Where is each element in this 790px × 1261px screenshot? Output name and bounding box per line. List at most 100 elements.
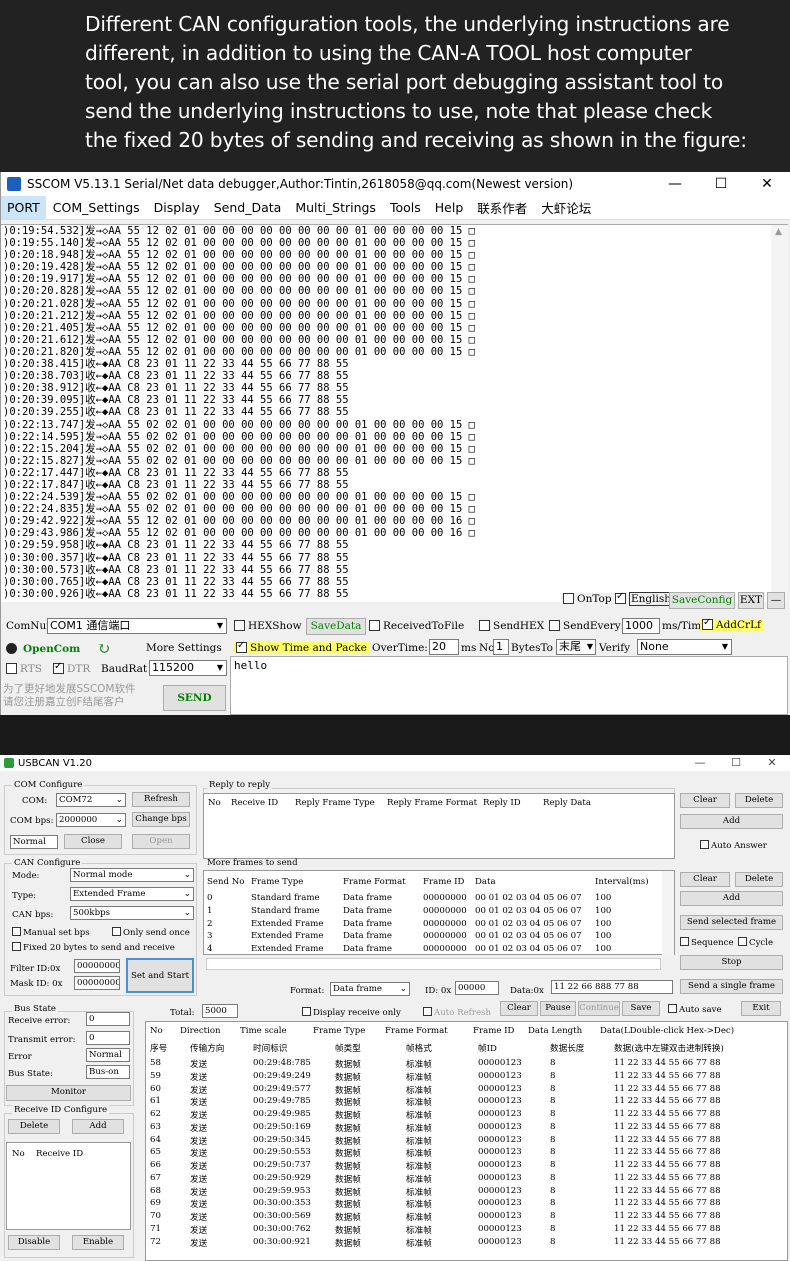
bytesto-select[interactable]: 末尾 ▼ — [556, 639, 596, 655]
send-button[interactable]: SEND — [163, 685, 226, 711]
cycle-checkbox[interactable]: Cycle — [738, 937, 773, 948]
ontop-checkbox[interactable]: OnTop — [561, 593, 614, 605]
no-input[interactable]: 1 — [493, 639, 509, 655]
pause-button[interactable]: Pause — [540, 1001, 576, 1016]
reply-header-receive-id: Receive ID — [231, 798, 279, 808]
send-clear-button[interactable]: Clear — [680, 872, 730, 887]
fixed20-checkbox[interactable]: Fixed 20 bytes to send and receive — [12, 942, 175, 953]
maximize-icon[interactable]: ☐ — [718, 755, 754, 771]
overtime-label: OverTime: — [372, 642, 428, 654]
menu-multi-strings[interactable]: Multi_Strings — [288, 200, 383, 215]
opencom-button[interactable]: OpenCom — [6, 643, 80, 655]
log-table-cell: 标准帧 — [406, 1085, 432, 1096]
stop-button[interactable]: Stop — [680, 955, 783, 970]
refresh-button[interactable]: Refresh — [132, 792, 190, 807]
reply-add-button[interactable]: Add — [680, 814, 783, 829]
rts-checkbox[interactable]: RTS — [6, 663, 42, 675]
maximize-icon[interactable]: ☐ — [698, 172, 744, 196]
open-button[interactable]: Open — [132, 834, 190, 849]
send-table-vscroll[interactable] — [662, 871, 674, 956]
receivedtofile-checkbox[interactable]: ReceivedToFile — [369, 620, 464, 632]
send-add-button[interactable]: Add — [680, 891, 783, 906]
log-scrollbar[interactable]: ▲ ▼ — [771, 225, 788, 602]
sequence-checkbox[interactable]: Sequence — [680, 937, 734, 948]
menu-port[interactable]: PORT — [1, 196, 46, 219]
savedata-button[interactable]: SaveData — [306, 618, 366, 635]
more-settings-button[interactable]: More Settings — [146, 642, 222, 654]
reply-delete-button[interactable]: Delete — [735, 793, 783, 808]
log-line: )0:22:17.447]收←◆AA C8 23 01 11 22 33 44 … — [3, 466, 349, 479]
scroll-up-icon[interactable]: ▲ — [775, 227, 782, 237]
close-icon[interactable]: ✕ — [744, 172, 790, 196]
log-clear-button[interactable]: Clear — [500, 1001, 538, 1016]
minimize-icon[interactable]: — — [652, 172, 698, 196]
data-input[interactable]: 11 22 66 888 77 88 — [551, 980, 673, 994]
send-text-area[interactable]: hello — [230, 656, 788, 715]
collapse-button[interactable]: — — [767, 592, 785, 609]
sendevery-checkbox[interactable]: SendEvery: — [549, 620, 624, 632]
continue-button[interactable]: Continue — [578, 1001, 620, 1016]
overtime-input[interactable]: 20 — [429, 639, 459, 655]
dtr-checkbox[interactable]: DTR — [53, 661, 90, 675]
normal-select[interactable]: Normal — [10, 835, 58, 849]
saveconfig-button[interactable]: SaveConfig — [669, 592, 735, 609]
menu-forum[interactable]: 大虾论坛 — [534, 198, 598, 217]
log-table-cell: 标准帧 — [406, 1149, 432, 1160]
format-select[interactable]: Data frame ⌄ — [330, 982, 410, 996]
send-table-hscroll[interactable] — [206, 958, 661, 970]
menu-help[interactable]: Help — [428, 200, 471, 215]
english-checkbox[interactable]: English — [615, 591, 674, 606]
hexshow-checkbox[interactable]: HEXShow — [234, 620, 302, 632]
log-table-cell: 11 22 33 44 55 66 77 88 — [614, 1147, 721, 1158]
canbps-select[interactable]: 500kbps ⌄ — [70, 906, 194, 920]
show-time-checkbox[interactable]: Show Time and Packe — [234, 640, 369, 654]
menu-send-data[interactable]: Send_Data — [207, 200, 289, 215]
close-icon[interactable]: ✕ — [754, 755, 790, 771]
send-single-frame-button[interactable]: Send a single frame — [680, 979, 783, 994]
close-button[interactable]: Close — [64, 834, 122, 849]
reply-header-frame-type: Reply Frame Type — [295, 798, 375, 808]
id-input[interactable]: 00000 — [455, 981, 499, 995]
send-selected-frame-button[interactable]: Send selected frame — [680, 915, 783, 930]
total-input[interactable]: 5000 — [202, 1004, 238, 1018]
sendhex-checkbox[interactable]: SendHEX — [479, 620, 544, 632]
manual-set-bps-checkbox[interactable]: Manual set bps — [12, 927, 90, 938]
receive-log[interactable]: )0:19:54.532]发→◇AA 55 12 02 01 00 00 00 … — [1, 224, 788, 602]
auto-refresh-checkbox[interactable]: Auto Refresh — [423, 1007, 491, 1018]
minimize-icon[interactable]: — — [682, 755, 718, 771]
mask-input[interactable]: 00000000 — [74, 976, 120, 990]
reply-clear-button[interactable]: Clear — [680, 793, 730, 808]
rid-delete-button[interactable]: Delete — [8, 1119, 60, 1134]
auto-save-checkbox[interactable]: Auto save — [668, 1004, 722, 1015]
exit-button[interactable]: Exit — [741, 1001, 781, 1016]
menu-display[interactable]: Display — [147, 200, 207, 215]
log-table-cell: 发送 — [190, 1162, 208, 1172]
ext-button[interactable]: EXT — [738, 592, 764, 609]
addcrlf-checkbox[interactable]: AddCrLf — [700, 617, 763, 631]
send-delete-button[interactable]: Delete — [735, 872, 783, 887]
verify-select[interactable]: None ▼ — [637, 639, 732, 655]
disable-button[interactable]: Disable — [8, 1235, 60, 1250]
set-and-start-button[interactable]: Set and Start — [126, 958, 194, 993]
only-send-once-checkbox[interactable]: Only send once — [112, 927, 190, 938]
com-port-select[interactable]: COM1 通信端口 ▼ — [47, 618, 227, 634]
enable-button[interactable]: Enable — [72, 1235, 124, 1250]
combps-select[interactable]: 2000000 ⌄ — [56, 813, 126, 827]
menu-tools[interactable]: Tools — [383, 200, 428, 215]
refresh-icon[interactable]: ↻ — [97, 639, 110, 658]
monitor-button[interactable]: Monitor — [6, 1085, 131, 1101]
auto-answer-checkbox[interactable]: Auto Answer — [700, 840, 767, 851]
com-select[interactable]: COM72 ⌄ — [56, 793, 126, 807]
filter-input[interactable]: 00000000 — [74, 959, 120, 973]
menu-com-settings[interactable]: COM_Settings — [46, 200, 147, 215]
display-receive-only-checkbox[interactable]: Display receive only — [302, 1007, 401, 1018]
sendevery-input[interactable]: 1000 — [622, 618, 660, 634]
change-bps-button[interactable]: Change bps — [132, 812, 190, 827]
baudrate-select[interactable]: 115200 ▼ — [149, 660, 227, 676]
type-select[interactable]: Extended Frame ⌄ — [70, 887, 194, 901]
mode-select[interactable]: Normal mode ⌄ — [70, 868, 194, 882]
log-table-cell: 8 — [550, 1134, 556, 1145]
save-button[interactable]: Save — [622, 1001, 660, 1016]
rid-add-button[interactable]: Add — [72, 1119, 124, 1134]
menu-contact-author[interactable]: 联系作者 — [470, 198, 534, 217]
